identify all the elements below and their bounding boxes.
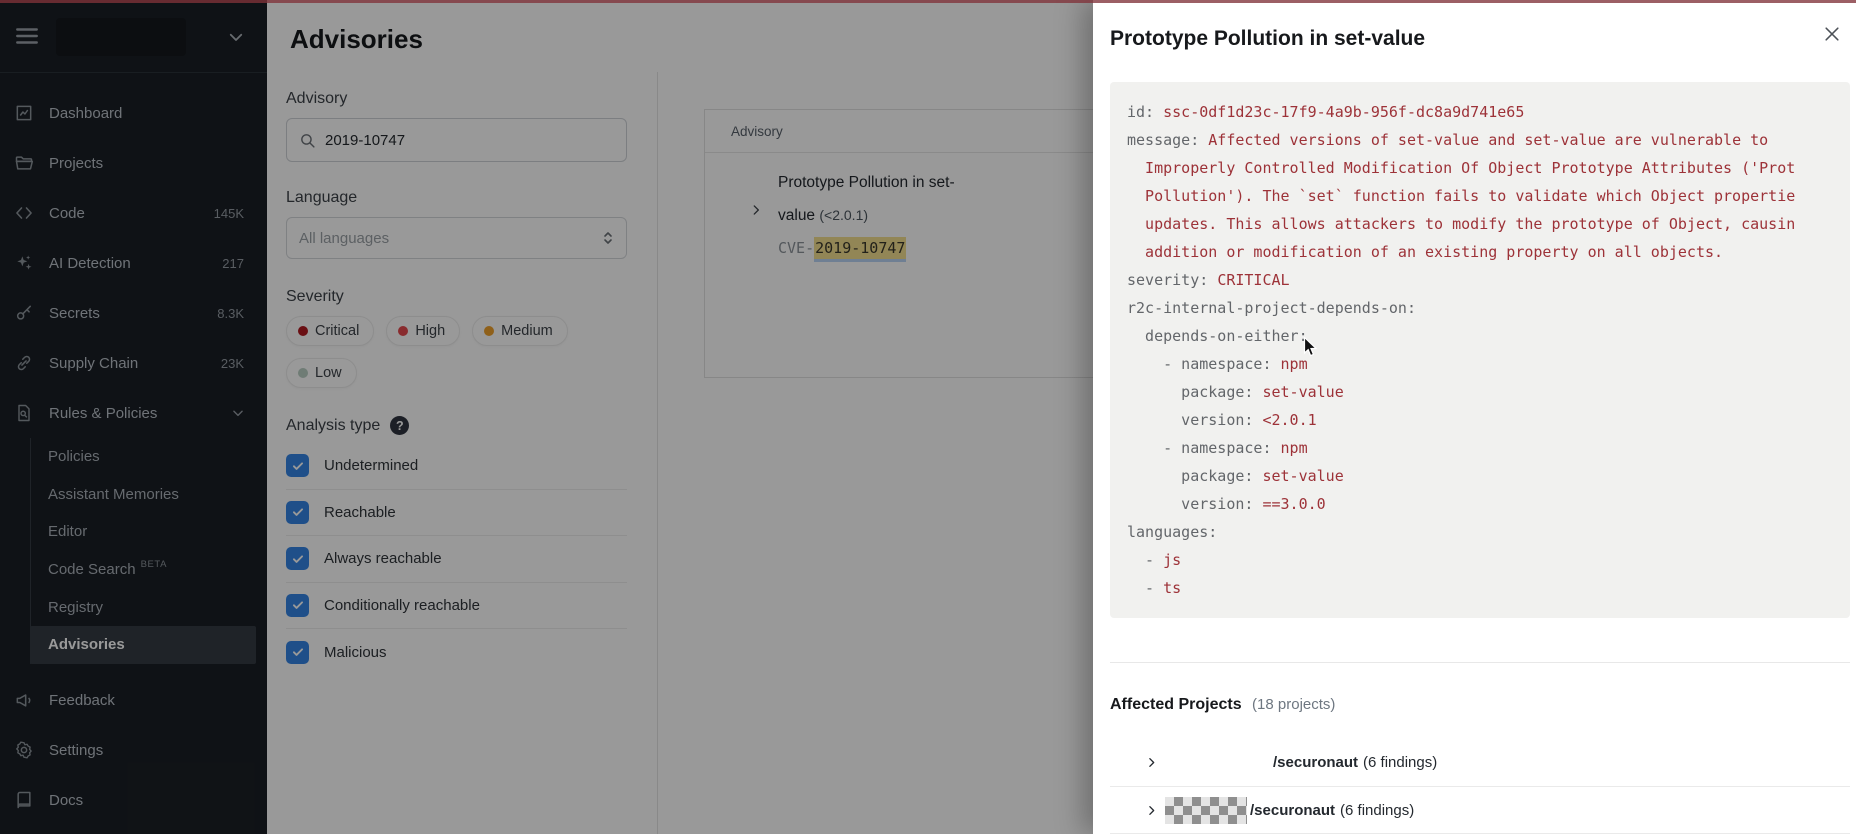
advisory-yaml-code-block: id: ssc-0df1d23c-17f9-4a9b-956f-dc8a9d74… xyxy=(1110,82,1850,618)
row-chevron-right-icon[interactable] xyxy=(1145,804,1158,817)
project-path: /securonaut xyxy=(1273,754,1358,771)
drawer-title: Prototype Pollution in set-value xyxy=(1110,27,1850,50)
code-line: r2c-internal-project-depends-on: xyxy=(1127,294,1840,322)
recording-indicator-line xyxy=(0,0,1856,3)
drawer-section-divider xyxy=(1110,662,1850,663)
code-line: id: ssc-0df1d23c-17f9-4a9b-956f-dc8a9d74… xyxy=(1127,98,1840,126)
close-icon[interactable] xyxy=(1822,24,1842,44)
code-line: version: <2.0.1 xyxy=(1127,406,1840,434)
affected-projects-count: (18 projects) xyxy=(1252,696,1335,713)
code-line: addition or modification of an existing … xyxy=(1127,238,1840,266)
code-line: version: ==3.0.0 xyxy=(1127,490,1840,518)
code-line: - js xyxy=(1127,546,1840,574)
code-line: package: set-value xyxy=(1127,378,1840,406)
code-line: message: Affected versions of set-value … xyxy=(1127,126,1840,154)
project-findings-count: (6 findings) xyxy=(1340,802,1414,819)
modal-backdrop[interactable] xyxy=(0,0,1093,834)
mouse-cursor xyxy=(1303,337,1323,359)
affected-projects-list: /securonaut (6 findings) /securonaut (6 … xyxy=(1110,738,1850,834)
affected-projects-title: Affected Projects xyxy=(1110,696,1242,713)
project-findings-count: (6 findings) xyxy=(1363,754,1437,771)
pixelated-org-name xyxy=(1165,797,1247,824)
code-line: - namespace: npm xyxy=(1127,434,1840,462)
affected-project-row[interactable]: /securonaut (6 findings) xyxy=(1110,738,1850,786)
affected-project-row[interactable]: /securonaut (6 findings) xyxy=(1110,786,1850,834)
code-line: - ts xyxy=(1127,574,1840,602)
code-line: package: set-value xyxy=(1127,462,1840,490)
advisory-detail-drawer: Prototype Pollution in set-value id: ssc… xyxy=(1093,0,1856,834)
affected-projects-header: Affected Projects (18 projects) xyxy=(1110,696,1850,716)
code-line: languages: xyxy=(1127,518,1840,546)
row-chevron-right-icon[interactable] xyxy=(1145,756,1158,769)
code-line: updates. This allows attackers to modify… xyxy=(1127,210,1840,238)
app-root: Dashboard Projects Code 145K AI Detectio… xyxy=(0,0,1856,834)
code-line: severity: CRITICAL xyxy=(1127,266,1840,294)
code-line: Improperly Controlled Modification Of Ob… xyxy=(1127,154,1840,182)
code-line: depends-on-either: xyxy=(1127,322,1840,350)
code-line: Pollution'). The `set` function fails to… xyxy=(1127,182,1840,210)
project-path: /securonaut xyxy=(1250,802,1335,819)
code-line: - namespace: npm xyxy=(1127,350,1840,378)
